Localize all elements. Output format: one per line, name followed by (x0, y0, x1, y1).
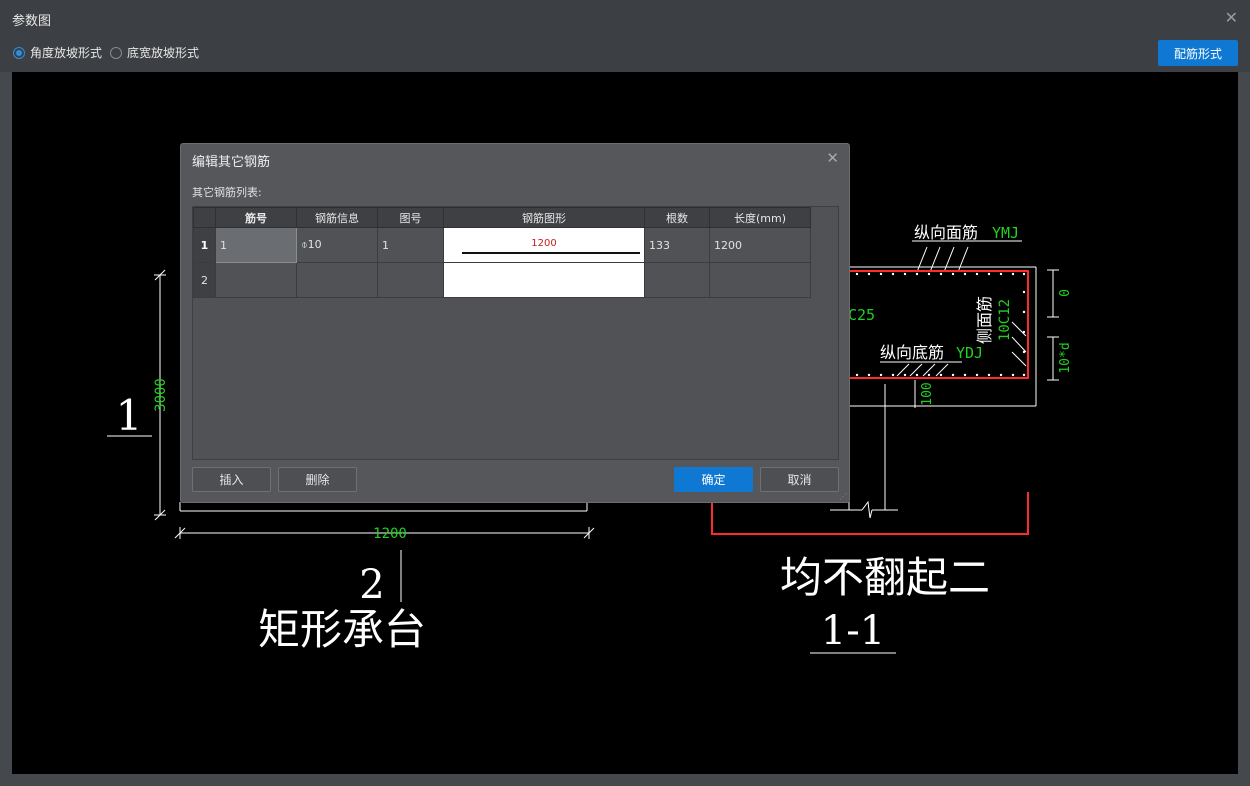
radio-label: 角度放坡形式 (30, 46, 103, 60)
window-title: 参数图 (12, 14, 52, 29)
cell-shape[interactable]: 1200 (443, 227, 645, 263)
partial-c25: C25 (848, 306, 875, 324)
label-1: 1 (116, 391, 143, 440)
rebar-grid[interactable]: 筋号 钢筋信息 图号 钢筋图形 根数 长度(mm) 1 1 ⌽10 1 1200 (192, 206, 839, 460)
col-count[interactable]: 根数 (644, 207, 710, 228)
cell-shape[interactable] (443, 262, 645, 298)
cell-length[interactable] (709, 262, 811, 298)
rebar-list-label: 其它钢筋列表: (192, 186, 262, 199)
rebar-shape-line (462, 252, 640, 254)
col-length[interactable]: 长度(mm) (709, 207, 811, 228)
cell-length[interactable]: 1200 (709, 227, 811, 263)
table-header-row: 筋号 钢筋信息 图号 钢筋图形 根数 长度(mm) (193, 207, 811, 228)
radio-unchecked-icon (110, 46, 122, 59)
dim-10d: 10*d (1058, 342, 1073, 373)
close-icon[interactable]: ✕ (1225, 8, 1238, 27)
dim-1200: 1200 (373, 526, 407, 542)
label-2: 2 (359, 562, 384, 608)
edit-other-rebar-dialog: 编辑其它钢筋 ✕ 其它钢筋列表: 筋号 钢筋信息 图号 钢筋图形 根数 长度(m… (180, 143, 850, 503)
col-jinhao[interactable]: 筋号 (215, 207, 297, 228)
table-row[interactable]: 1 1 ⌽10 1 1200 133 1200 (193, 227, 811, 263)
cell-jinhao[interactable] (215, 262, 297, 298)
cell-tuhao[interactable] (377, 262, 444, 298)
dim-100: 100 (920, 382, 935, 405)
bottom-rebar-label: 纵向底筋 (880, 343, 944, 362)
radio-angle-slope[interactable]: 角度放坡形式 (13, 44, 102, 61)
delete-button[interactable]: 删除 (278, 467, 357, 492)
window-title-bar: 参数图 ✕ (0, 0, 1250, 38)
bottom-rebar-code: YDJ (956, 344, 983, 362)
dim-zero: 0 (1058, 289, 1073, 297)
rebar-form-button[interactable]: 配筋形式 (1158, 40, 1238, 66)
dialog-title: 编辑其它钢筋 (192, 155, 271, 170)
col-info[interactable]: 钢筋信息 (296, 207, 378, 228)
col-tuhao[interactable]: 图号 (377, 207, 444, 228)
dim-3000: 3000 (153, 378, 169, 412)
insert-button[interactable]: 插入 (192, 467, 271, 492)
corner-cell (193, 207, 216, 228)
section-label: 1-1 (821, 608, 885, 654)
col-shape[interactable]: 钢筋图形 (443, 207, 645, 228)
options-bar: 角度放坡形式 底宽放坡形式 配筋形式 (0, 38, 1250, 72)
cell-count[interactable] (644, 262, 710, 298)
cell-jinhao[interactable]: 1 (215, 227, 297, 263)
radio-checked-icon (13, 46, 25, 59)
radio-bottom-width-slope[interactable]: 底宽放坡形式 (110, 44, 199, 61)
ok-button[interactable]: 确定 (674, 467, 753, 492)
title-rect-cap: 矩形承台 (258, 605, 426, 654)
cell-tuhao[interactable]: 1 (377, 227, 444, 263)
row-number[interactable]: 2 (193, 262, 216, 298)
radio-label: 底宽放坡形式 (127, 46, 200, 60)
shape-length-label: 1200 (531, 238, 557, 249)
rebar-table: 筋号 钢筋信息 图号 钢筋图形 根数 长度(mm) 1 1 ⌽10 1 1200 (193, 207, 811, 298)
row-number[interactable]: 1 (193, 227, 216, 263)
cell-info[interactable]: ⌽10 (296, 227, 378, 263)
cell-info[interactable] (296, 262, 378, 298)
resize-grip-icon[interactable]: ⋰ (839, 492, 847, 501)
cancel-button[interactable]: 取消 (760, 467, 839, 492)
cell-count[interactable]: 133 (644, 227, 710, 263)
table-row[interactable]: 2 (193, 262, 811, 298)
side-rebar-label: 侧面筋 (975, 296, 994, 344)
title-right: 均不翻起二 (780, 553, 990, 602)
close-icon[interactable]: ✕ (826, 149, 839, 167)
side-rebar-spec: 10C12 (997, 299, 1013, 341)
top-rebar-label: 纵向面筋 (914, 223, 978, 242)
top-rebar-code: YMJ (992, 224, 1019, 242)
